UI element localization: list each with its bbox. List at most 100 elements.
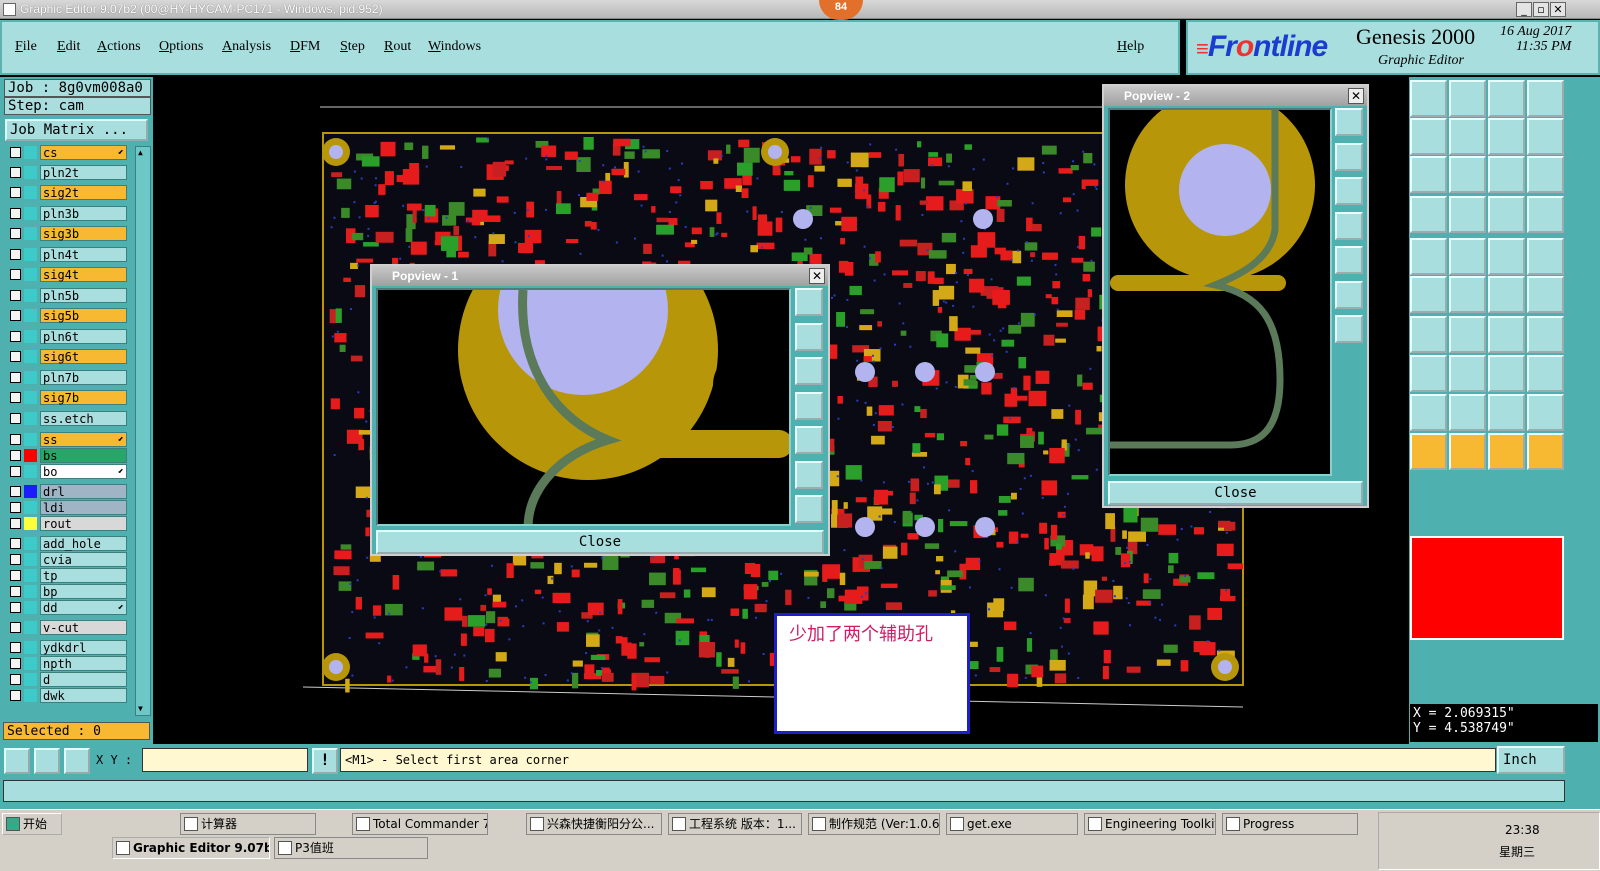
layer-name[interactable]: pln4t (40, 247, 127, 262)
layer-row[interactable]: dd ⬋ (7, 600, 127, 615)
layer-checkbox[interactable] (10, 392, 21, 403)
tool-icon[interactable] (1527, 433, 1564, 470)
layer-checkbox[interactable] (10, 331, 21, 342)
tool-icon[interactable] (1410, 316, 1447, 353)
menu-options[interactable]: Options (159, 39, 203, 55)
menu-dfm[interactable]: DFM (290, 39, 320, 55)
layer-checkbox[interactable] (10, 208, 21, 219)
taskbar-item[interactable]: 兴森快捷衡阳分公... (526, 813, 662, 835)
tool-icon[interactable] (1488, 238, 1525, 275)
scroll-down-icon[interactable]: ▼ (138, 705, 148, 713)
tool-icon[interactable] (1449, 433, 1486, 470)
layer-row[interactable]: ss.etch (7, 411, 127, 426)
popview-1-view[interactable] (376, 288, 791, 526)
menu-actions[interactable]: Actions (97, 39, 141, 55)
unit-selector[interactable]: Inch (1497, 746, 1565, 774)
layer-row[interactable]: bs (7, 448, 127, 463)
tool-icon[interactable] (1449, 316, 1486, 353)
layer-row[interactable]: sig7b (7, 390, 127, 405)
layer-checkbox[interactable] (10, 310, 21, 321)
layer-checkbox[interactable] (10, 450, 21, 461)
close-button[interactable]: ✕ (1550, 2, 1566, 17)
layer-name[interactable]: v-cut (40, 620, 127, 635)
layer-row[interactable]: ydkdrl (7, 640, 127, 655)
tool-icon[interactable] (1488, 433, 1525, 470)
layer-checkbox[interactable] (10, 466, 21, 477)
popview-tool-icon[interactable] (795, 288, 823, 316)
popview-tool-icon[interactable] (1335, 142, 1363, 171)
start-button[interactable]: 开始 (2, 813, 62, 835)
tool-icon[interactable] (1410, 394, 1447, 431)
menu-windows[interactable]: Windows (428, 39, 481, 55)
layer-row[interactable]: sig3b (7, 226, 127, 241)
layer-row[interactable]: bp (7, 584, 127, 599)
layer-name[interactable]: pln5b (40, 288, 127, 303)
layer-name[interactable]: ss ⬋ (40, 432, 127, 447)
layer-name[interactable]: sig7b (40, 390, 127, 405)
layer-name[interactable]: sig3b (40, 226, 127, 241)
layer-row[interactable]: pln4t (7, 247, 127, 262)
layer-checkbox[interactable] (10, 502, 21, 513)
tool-icon[interactable] (1488, 156, 1525, 193)
taskbar-item[interactable]: get.exe (946, 813, 1078, 835)
layer-checkbox[interactable] (10, 372, 21, 383)
layer-checkbox[interactable] (10, 290, 21, 301)
tool-icon[interactable] (1410, 433, 1447, 470)
layer-checkbox[interactable] (10, 413, 21, 424)
taskbar-item[interactable]: P3值班 (274, 837, 428, 859)
layer-name[interactable]: pln6t (40, 329, 127, 344)
popview-tool-icon[interactable] (1335, 108, 1363, 136)
layer-row[interactable]: pln7b (7, 370, 127, 385)
layer-row[interactable]: rout (7, 516, 127, 531)
layer-name[interactable]: ydkdrl (40, 640, 127, 655)
menu-rout[interactable]: Rout (384, 39, 411, 55)
layer-name[interactable]: npth (40, 656, 127, 671)
layer-checkbox[interactable] (10, 690, 21, 701)
popview-tool-icon[interactable] (795, 460, 823, 489)
tool-icon[interactable] (1527, 276, 1564, 313)
tool-icon[interactable] (1527, 156, 1564, 193)
angle-icon[interactable] (34, 748, 60, 774)
layer-name[interactable]: rout (40, 516, 127, 531)
tool-icon[interactable] (1488, 118, 1525, 155)
layer-checkbox[interactable] (10, 586, 21, 597)
layer-checkbox[interactable] (10, 187, 21, 198)
popview-2-view[interactable] (1108, 108, 1332, 476)
layer-name[interactable]: dd ⬋ (40, 600, 127, 615)
tool-icon[interactable] (1488, 355, 1525, 392)
layer-row[interactable]: drl (7, 484, 127, 499)
layer-row[interactable]: d (7, 672, 127, 687)
job-matrix-button[interactable]: Job Matrix ... (5, 119, 148, 141)
tool-icon[interactable] (1488, 316, 1525, 353)
layer-row[interactable]: ldi (7, 500, 127, 515)
popview-tool-icon[interactable] (1335, 211, 1363, 240)
layer-checkbox[interactable] (10, 228, 21, 239)
layer-name[interactable]: ldi (40, 500, 127, 515)
layer-name[interactable]: sig5b (40, 308, 127, 323)
grid-icon[interactable] (64, 748, 90, 774)
layer-checkbox[interactable] (10, 269, 21, 280)
popview-tool-icon[interactable] (795, 391, 823, 420)
layer-checkbox[interactable] (10, 351, 21, 362)
popview-tool-icon[interactable] (1335, 315, 1363, 343)
tool-icon[interactable] (1449, 118, 1486, 155)
taskbar-item[interactable]: 制作规范 (Ver:1.0.6) (808, 813, 940, 835)
tool-icon[interactable] (1527, 80, 1564, 117)
layer-name[interactable]: cs ⬋ (40, 145, 127, 160)
layer-checkbox[interactable] (10, 554, 21, 565)
layer-row[interactable]: v-cut (7, 620, 127, 635)
layer-name[interactable]: sig4t (40, 267, 127, 282)
layer-name[interactable]: bs (40, 448, 127, 463)
layer-checkbox[interactable] (10, 538, 21, 549)
popview-1-close-button[interactable]: Close (376, 530, 824, 554)
popview-tool-icon[interactable] (1335, 280, 1363, 309)
layer-row[interactable]: npth (7, 656, 127, 671)
popview-tool-icon[interactable] (795, 322, 823, 351)
layer-checkbox[interactable] (10, 486, 21, 497)
tool-icon[interactable] (1410, 80, 1447, 117)
layer-name[interactable]: bo ⬋ (40, 464, 127, 479)
layer-row[interactable]: pln5b (7, 288, 127, 303)
tool-icon[interactable] (1488, 80, 1525, 117)
layer-name[interactable]: d (40, 672, 127, 687)
layer-scrollbar[interactable]: ▲ ▼ (135, 146, 151, 716)
